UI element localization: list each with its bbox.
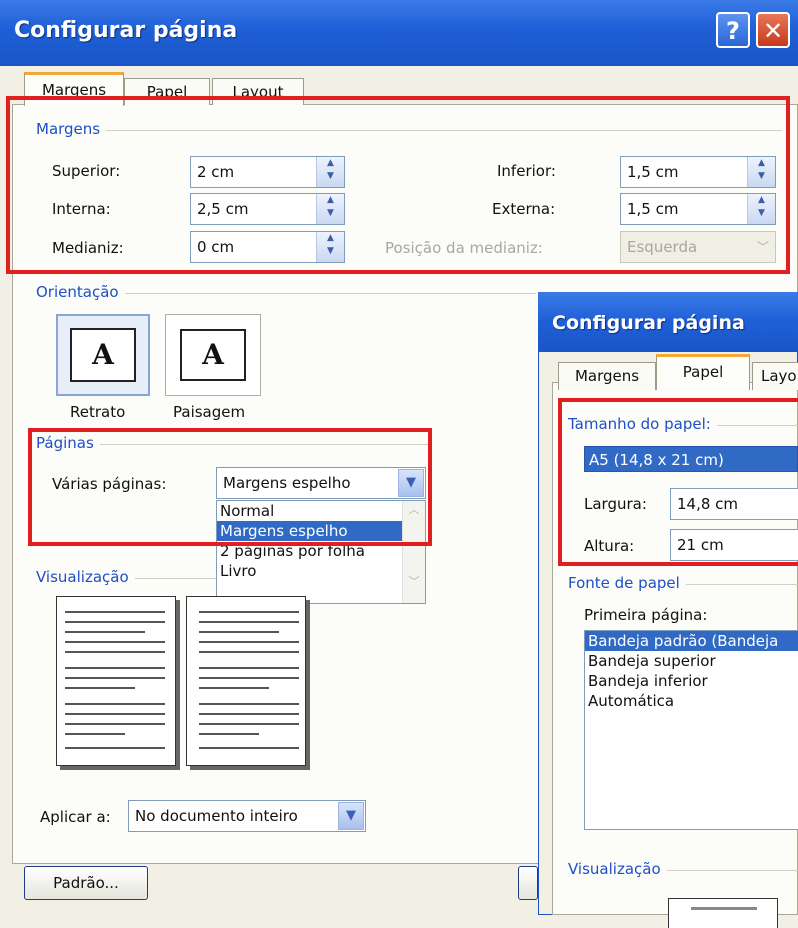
- apply-to-select[interactable]: No documento inteiro ▼: [128, 800, 366, 832]
- preview-group-title: Visualização: [36, 568, 135, 586]
- close-button[interactable]: ✕: [756, 12, 790, 48]
- paper-size-highlight-box: [558, 398, 798, 566]
- first-page-label: Primeira página:: [584, 606, 708, 624]
- landscape-button[interactable]: A: [165, 314, 261, 396]
- preview-page-left: [56, 596, 176, 766]
- paper-preview-group-title: Visualização: [568, 860, 667, 878]
- tray-option-upper[interactable]: Bandeja superior: [585, 651, 798, 671]
- portrait-button[interactable]: A: [56, 314, 150, 396]
- paper-dialog-tab-margens[interactable]: Margens: [558, 362, 656, 390]
- portrait-label: Retrato: [70, 403, 126, 421]
- margins-highlight-box: [6, 96, 790, 274]
- paper-preview-page: [668, 898, 778, 928]
- paper-dialog-tab-papel[interactable]: Papel: [656, 354, 750, 390]
- dropdown-option-livro[interactable]: Livro: [217, 561, 425, 581]
- paper-dialog-title: Configurar página: [552, 312, 745, 334]
- tray-option-lower[interactable]: Bandeja inferior: [585, 671, 798, 691]
- chevron-down-icon[interactable]: ▼: [338, 802, 364, 830]
- landscape-label: Paisagem: [173, 403, 246, 421]
- help-button[interactable]: ?: [716, 12, 750, 48]
- tray-option-automatic[interactable]: Automática: [585, 691, 798, 711]
- orientation-group-title: Orientação: [36, 283, 125, 301]
- apply-to-label: Aplicar a:: [40, 808, 111, 826]
- scroll-down-icon[interactable]: ﹀: [403, 573, 425, 589]
- paper-dialog-tab-layout[interactable]: Layo: [752, 362, 798, 390]
- landscape-icon: A: [180, 329, 246, 381]
- first-page-tray-list[interactable]: Bandeja padrão (Bandeja Bandeja superior…: [584, 630, 798, 830]
- pages-highlight-box: [28, 428, 432, 546]
- ok-button-partial[interactable]: [518, 866, 538, 900]
- apply-to-value: No documento inteiro: [135, 807, 298, 825]
- paper-source-group-title: Fonte de papel: [568, 574, 686, 592]
- preview-page-right: [186, 596, 306, 766]
- portrait-icon: A: [70, 328, 136, 382]
- dialog-title: Configurar página: [14, 18, 238, 43]
- tray-option-default[interactable]: Bandeja padrão (Bandeja: [585, 631, 798, 651]
- default-button[interactable]: Padrão...: [24, 866, 148, 900]
